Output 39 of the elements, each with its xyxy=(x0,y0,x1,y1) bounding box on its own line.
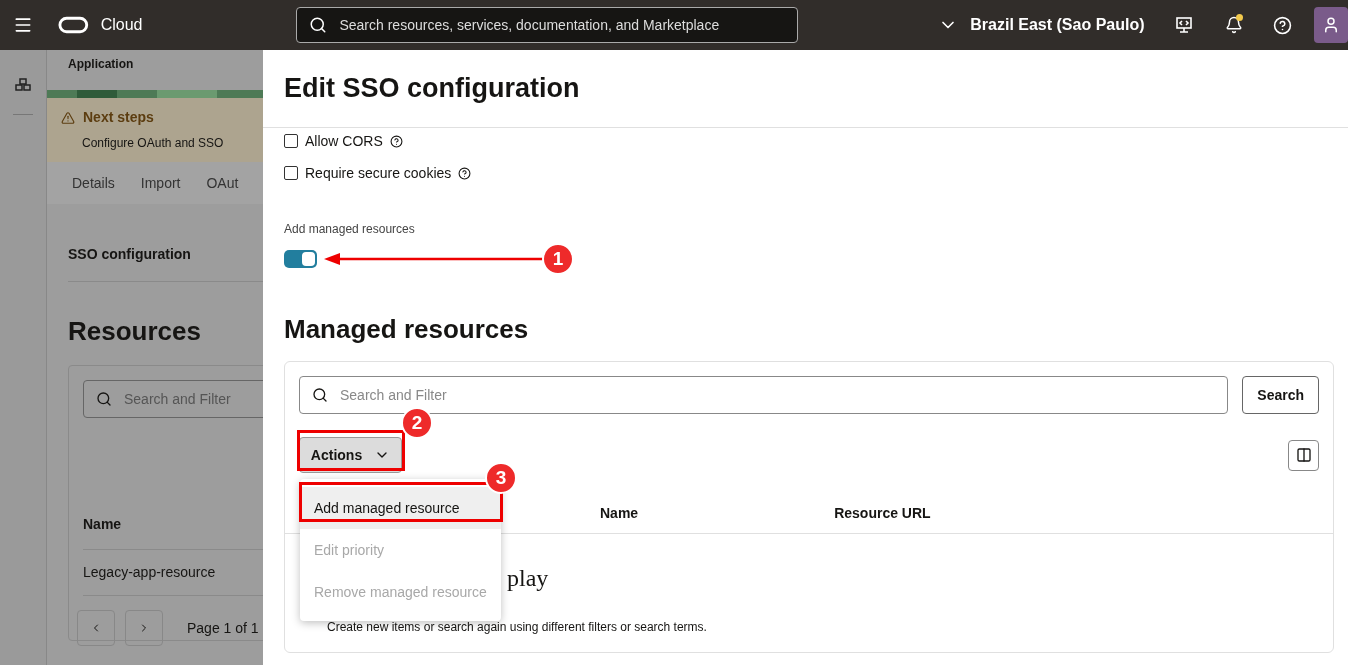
search-icon xyxy=(96,391,112,407)
banner-title: Next steps xyxy=(83,108,154,127)
tab[interactable]: Details xyxy=(72,172,115,194)
checkbox-label: Require secure cookies xyxy=(305,163,452,183)
tab[interactable]: OAut xyxy=(206,172,239,194)
column-header: Resource URL xyxy=(834,503,931,523)
empty-state-title: play xyxy=(507,564,550,593)
section-heading: Managed resources xyxy=(284,313,530,346)
page-heading: Resources xyxy=(68,315,202,348)
notifications-icon[interactable] xyxy=(1224,16,1243,34)
pagination-label: Page 1 of 1 xyxy=(187,618,259,638)
columns-icon[interactable] xyxy=(1288,439,1319,471)
avatar-icon[interactable] xyxy=(1313,7,1348,43)
help-icon[interactable] xyxy=(1272,15,1292,35)
cubes-icon xyxy=(14,78,32,94)
checkbox-label: Allow CORS xyxy=(305,131,383,151)
checkbox[interactable] xyxy=(284,166,298,180)
search-field[interactable]: Search and Filter xyxy=(299,376,1229,414)
search-icon xyxy=(312,387,328,403)
region-selector[interactable]: Brazil East (Sao Paulo) xyxy=(938,13,1145,37)
banner-text: Configure OAuth and SSO xyxy=(82,135,225,152)
actions-button[interactable]: Actions xyxy=(299,437,402,473)
checkbox[interactable] xyxy=(284,134,298,148)
toggle-switch[interactable] xyxy=(284,250,317,268)
logo-icon xyxy=(58,16,89,34)
search-button[interactable]: Search xyxy=(1242,376,1319,414)
developer-tools-icon[interactable] xyxy=(1174,16,1193,34)
breadcrumb[interactable]: Application xyxy=(47,50,263,90)
toggle-label: Add managed resources xyxy=(284,221,416,238)
warning-icon xyxy=(61,110,75,125)
help-icon xyxy=(458,166,472,180)
drawer-title: Edit SSO configuration xyxy=(284,72,580,106)
help-icon xyxy=(389,134,403,148)
search-icon xyxy=(309,16,328,34)
empty-state-text: Create new items or search again using different filters or search terms. xyxy=(327,619,708,636)
brand-name: Cloud xyxy=(100,15,143,35)
column-header: Name xyxy=(600,503,639,523)
tab[interactable]: Import xyxy=(140,172,181,194)
search-field[interactable]: Search resources, services, documentation, and Marketplace xyxy=(296,7,799,43)
